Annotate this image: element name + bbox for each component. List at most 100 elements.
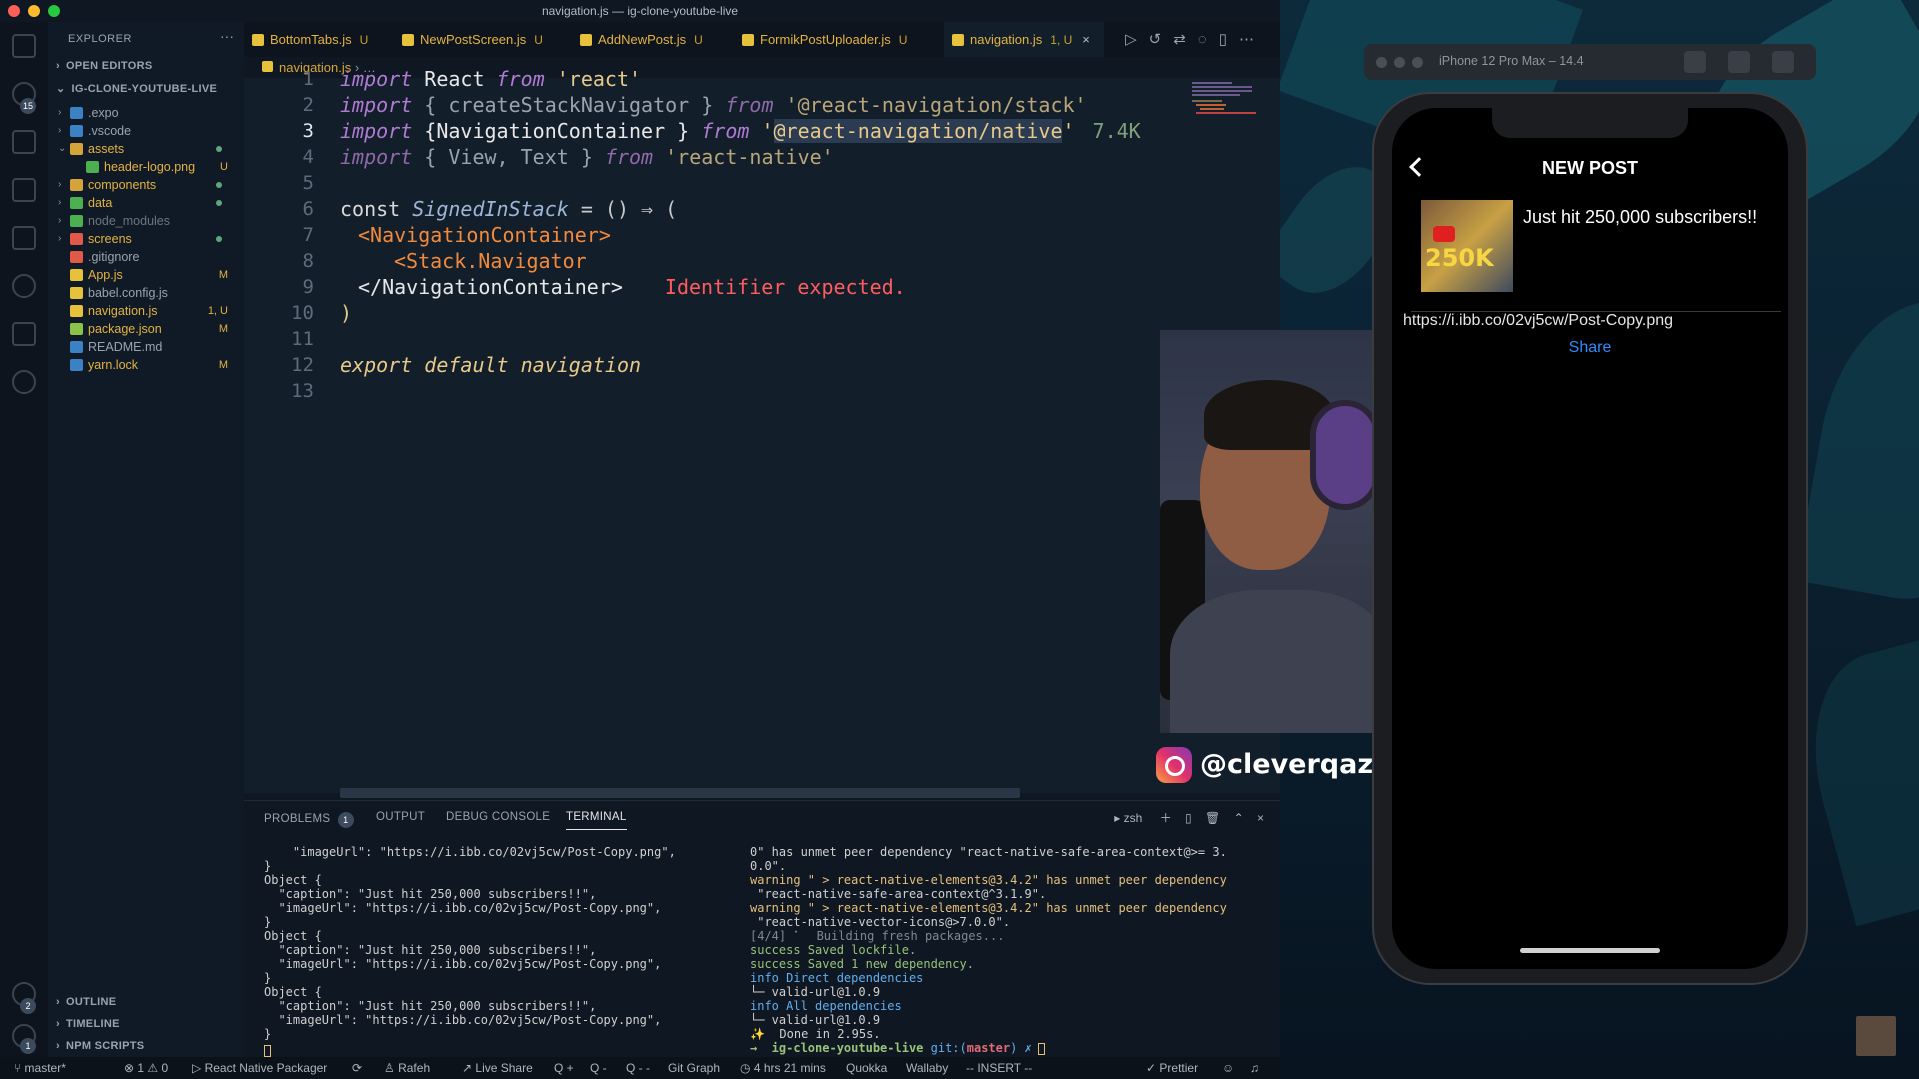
close-tab-icon[interactable]: ×: [1082, 32, 1090, 47]
home-indicator: [1520, 948, 1660, 953]
quokka-minus-minus[interactable]: Q - -: [626, 1057, 650, 1079]
close-window-button[interactable]: [8, 5, 20, 17]
shell-selector[interactable]: zsh: [1124, 811, 1143, 825]
file-icon: [70, 269, 83, 281]
remote-explorer-icon[interactable]: [12, 274, 36, 298]
close-panel-icon[interactable]: ×: [1257, 811, 1264, 825]
terminal-line: ✨ Done in 2.95s.: [750, 1027, 881, 1041]
minimize-window-button[interactable]: [28, 5, 40, 17]
trash-icon[interactable]: 🗑: [1205, 811, 1220, 825]
quokka-button[interactable]: Quokka: [846, 1057, 887, 1079]
caption-input[interactable]: Just hit 250,000 subscribers!!: [1523, 206, 1773, 228]
image-url-input[interactable]: https://i.ibb.co/02vj5cw/Post-Copy.png: [1403, 312, 1673, 330]
npm-scripts-section[interactable]: › NPM SCRIPTS: [56, 1040, 144, 1052]
error-lens-message: Identifier expected.: [664, 275, 906, 299]
sim-close-button[interactable]: [1376, 57, 1387, 68]
screen-title: NEW POST: [1541, 158, 1638, 178]
wakatime-indicator[interactable]: ◷ 4 hrs 21 mins: [740, 1057, 826, 1079]
compare-icon[interactable]: ⇄: [1173, 31, 1198, 48]
terminal-line: "react-native-vector-icons@>7.0.0".: [750, 915, 1011, 929]
terminal-icon: ▸: [1114, 811, 1121, 825]
tab-status: 1, U: [1050, 33, 1073, 47]
open-editors-section[interactable]: › OPEN EDITORS: [56, 60, 153, 72]
terminal-prompt[interactable]: → ig-clone-youtube-live git:(master) ✗: [750, 1041, 1045, 1055]
editor-horizontal-scrollbar[interactable]: [340, 788, 1020, 798]
tab-navigation[interactable]: navigation.js 1, U ×: [944, 22, 1104, 57]
tab-addnewpost[interactable]: AddNewPost.js U: [572, 22, 734, 57]
live-share-icon[interactable]: [12, 322, 36, 346]
file-icon: [70, 143, 83, 155]
tab-label: navigation.js: [970, 32, 1043, 47]
instagram-handle: @cleverqazi: [1156, 745, 1388, 785]
tab-newpostscreen[interactable]: NewPostScreen.js U: [394, 22, 572, 57]
string: ': [1062, 119, 1075, 143]
prettier-button[interactable]: ✓ Prettier: [1146, 1057, 1198, 1079]
problems-indicator[interactable]: ⊗ 1 ⚠ 0: [124, 1057, 168, 1079]
identifier: { View, Text }: [412, 145, 605, 169]
tab-output[interactable]: OUTPUT: [376, 811, 425, 823]
identifier: React: [412, 67, 497, 91]
tab-formikpostuploader[interactable]: FormikPostUploader.js U: [734, 22, 944, 57]
share-button[interactable]: Share: [1392, 339, 1788, 357]
sim-minimize-button[interactable]: [1394, 57, 1405, 68]
identifier: { createStackNavigator }: [412, 93, 726, 117]
explorer-more-icon[interactable]: ···: [220, 28, 234, 44]
user-indicator[interactable]: ♙ Rafeh: [384, 1057, 430, 1079]
outline-label: OUTLINE: [65, 996, 117, 1008]
quokka-minus[interactable]: Q -: [590, 1057, 607, 1079]
avatar: [1856, 1016, 1896, 1056]
terminal-left[interactable]: "imageUrl": "https://i.ibb.co/02vj5cw/Po…: [264, 845, 676, 1041]
github-icon[interactable]: [12, 370, 36, 394]
notifications-bell-icon[interactable]: ♫: [1250, 1057, 1259, 1079]
quokka-plus[interactable]: Q +: [554, 1057, 574, 1079]
home-icon[interactable]: [1728, 51, 1750, 73]
tab-debug-console[interactable]: DEBUG CONSOLE: [446, 811, 550, 823]
zoom-window-button[interactable]: [48, 5, 60, 17]
jsx-tag: <Stack.Navigator: [394, 249, 587, 273]
screenshot-icon[interactable]: [1684, 51, 1706, 73]
wallaby-button[interactable]: Wallaby: [906, 1057, 948, 1079]
sim-zoom-button[interactable]: [1412, 57, 1423, 68]
explorer-icon[interactable]: [12, 34, 36, 58]
more-actions-icon[interactable]: ⋯: [1239, 31, 1266, 48]
rotate-icon[interactable]: [1772, 51, 1794, 73]
tab-terminal[interactable]: TERMINAL: [566, 811, 627, 830]
identifier: {NavigationContainer }: [412, 119, 702, 143]
terminal-line: └─ valid-url@1.0.9: [750, 985, 881, 999]
sync-icon[interactable]: ⟳: [352, 1057, 362, 1079]
project-section[interactable]: ⌄ IG-CLONE-YOUTUBE-LIVE: [56, 82, 217, 95]
minimap[interactable]: [1190, 78, 1260, 138]
split-editor-icon[interactable]: ▯: [1219, 31, 1239, 48]
file-icon: [86, 161, 99, 173]
comment-icon[interactable]: ◌: [1198, 31, 1219, 48]
live-share-button[interactable]: ↗ Live Share: [462, 1057, 533, 1079]
split-terminal-icon[interactable]: ▯: [1185, 811, 1192, 825]
file-icon: [70, 287, 83, 299]
timeline-section[interactable]: › TIMELINE: [56, 1018, 120, 1030]
packager-status[interactable]: ▷ React Native Packager: [192, 1057, 327, 1079]
tree-item[interactable]: yarn.lock M: [48, 354, 244, 376]
tab-problems[interactable]: PROBLEMS 1: [264, 811, 354, 828]
extensions-icon[interactable]: [12, 226, 36, 250]
terminal-line: info Direct dependencies: [750, 971, 924, 985]
keyword: from: [496, 67, 545, 91]
source-control-icon[interactable]: [12, 130, 36, 154]
tab-bottomtabs[interactable]: BottomTabs.js U: [244, 22, 394, 57]
code-editor[interactable]: 1 2 3 4 5 6 7 8 9 10 11 12 13 import React from 'rea…: [244, 67, 1280, 793]
problems-count-badge: 1: [337, 812, 354, 828]
run-debug-icon[interactable]: [12, 178, 36, 202]
terminal-line: success Saved lockfile.: [750, 943, 917, 957]
feedback-icon[interactable]: ☺: [1222, 1057, 1234, 1079]
jsx-tag: <NavigationContainer>: [358, 223, 611, 247]
chevron-down-icon: ⌄: [56, 83, 66, 95]
new-terminal-icon[interactable]: ＋: [1160, 811, 1172, 825]
keyword: from: [701, 119, 750, 143]
js-file-icon: [580, 34, 592, 46]
terminal-right[interactable]: 0" has unmet peer dependency "react-nati…: [750, 845, 1227, 1041]
maximize-panel-icon[interactable]: ⌃: [1234, 811, 1244, 825]
history-icon[interactable]: ↺: [1149, 31, 1174, 48]
git-graph-button[interactable]: Git Graph: [668, 1057, 720, 1079]
git-branch[interactable]: ⑂ master*: [14, 1057, 66, 1079]
run-icon[interactable]: ▷: [1125, 31, 1149, 48]
outline-section[interactable]: › OUTLINE: [56, 996, 116, 1008]
